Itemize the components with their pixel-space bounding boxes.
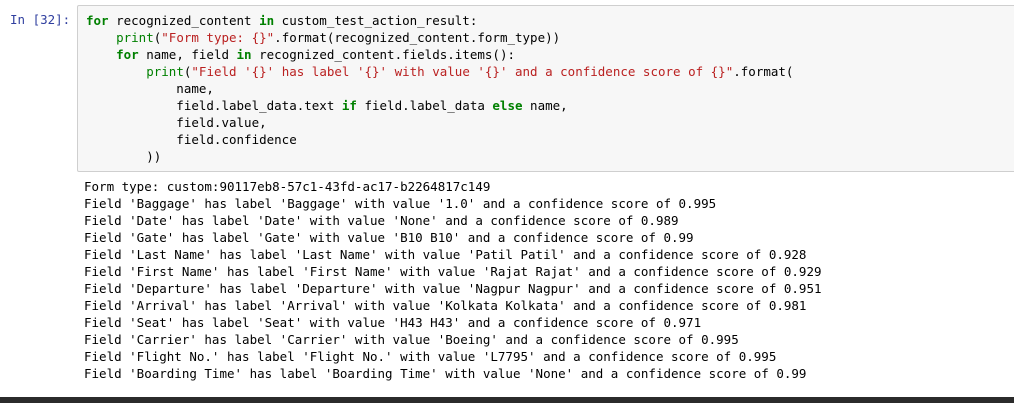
cell-output: Form type: custom:90117eb8-57c1-43fd-ac1… <box>84 178 822 382</box>
code-token: .format(recognized_content.form_type)) <box>274 30 561 45</box>
output-line: Form type: custom:90117eb8-57c1-43fd-ac1… <box>84 179 491 194</box>
code-token: print <box>116 30 154 45</box>
code-token: custom_test_action_result: <box>274 13 478 28</box>
code-token: for <box>86 13 109 28</box>
code-token: name, field <box>138 47 237 62</box>
output-line: Field 'Date' has label 'Date' with value… <box>84 213 679 228</box>
code-token: recognized_content <box>108 13 260 28</box>
code-editor[interactable]: for recognized_content in custom_test_ac… <box>77 5 1014 172</box>
code-line: print("Form type: {}".format(recognized_… <box>86 29 793 46</box>
code-token: field.confidence <box>86 132 297 147</box>
code-line: field.confidence <box>86 131 793 148</box>
code-token: in <box>236 47 252 62</box>
code-token: "Field '{}' has label '{}' with value '{… <box>191 64 734 79</box>
output-line: Field 'Baggage' has label 'Baggage' with… <box>84 196 717 211</box>
bottom-scroll-bar <box>0 397 1014 403</box>
output-line: Field 'Flight No.' has label 'Flight No.… <box>84 349 777 364</box>
code-text[interactable]: for recognized_content in custom_test_ac… <box>86 12 793 165</box>
code-line: field.value, <box>86 114 793 131</box>
code-token: if <box>341 98 357 113</box>
code-line: )) <box>86 148 793 165</box>
notebook-code-cell: In [32]: for recognized_content in custo… <box>0 0 1014 403</box>
output-line: Field 'Boarding Time' has label 'Boardin… <box>84 366 807 381</box>
output-line: Field 'First Name' has label 'First Name… <box>84 264 822 279</box>
output-line: Field 'Carrier' has label 'Carrier' with… <box>84 332 739 347</box>
code-token: field.value, <box>86 115 267 130</box>
code-token: for <box>116 47 139 62</box>
code-token: else <box>492 98 523 113</box>
output-line: Field 'Seat' has label 'Seat' with value… <box>84 315 702 330</box>
output-line: Field 'Arrival' has label 'Arrival' with… <box>84 298 807 313</box>
code-token: field.label_data.text <box>86 98 342 113</box>
code-token: recognized_content.fields.items(): <box>251 47 515 62</box>
code-line: field.label_data.text if field.label_dat… <box>86 97 793 114</box>
output-line: Field 'Departure' has label 'Departure' … <box>84 281 822 296</box>
code-token: print <box>146 64 184 79</box>
code-line: name, <box>86 80 793 97</box>
code-token: .format( <box>733 64 794 79</box>
code-token: field.label_data <box>356 98 493 113</box>
code-token: "Form type: {}" <box>161 30 275 45</box>
code-line: for recognized_content in custom_test_ac… <box>86 12 793 29</box>
code-token: in <box>259 13 275 28</box>
code-line: for name, field in recognized_content.fi… <box>86 46 793 63</box>
code-token: )) <box>86 149 162 164</box>
output-line: Field 'Gate' has label 'Gate' with value… <box>84 230 694 245</box>
code-token: name, <box>522 98 568 113</box>
code-line: print("Field '{}' has label '{}' with va… <box>86 63 793 80</box>
code-token: name, <box>86 81 214 96</box>
input-prompt: In [32]: <box>10 12 71 27</box>
output-line: Field 'Last Name' has label 'Last Name' … <box>84 247 807 262</box>
